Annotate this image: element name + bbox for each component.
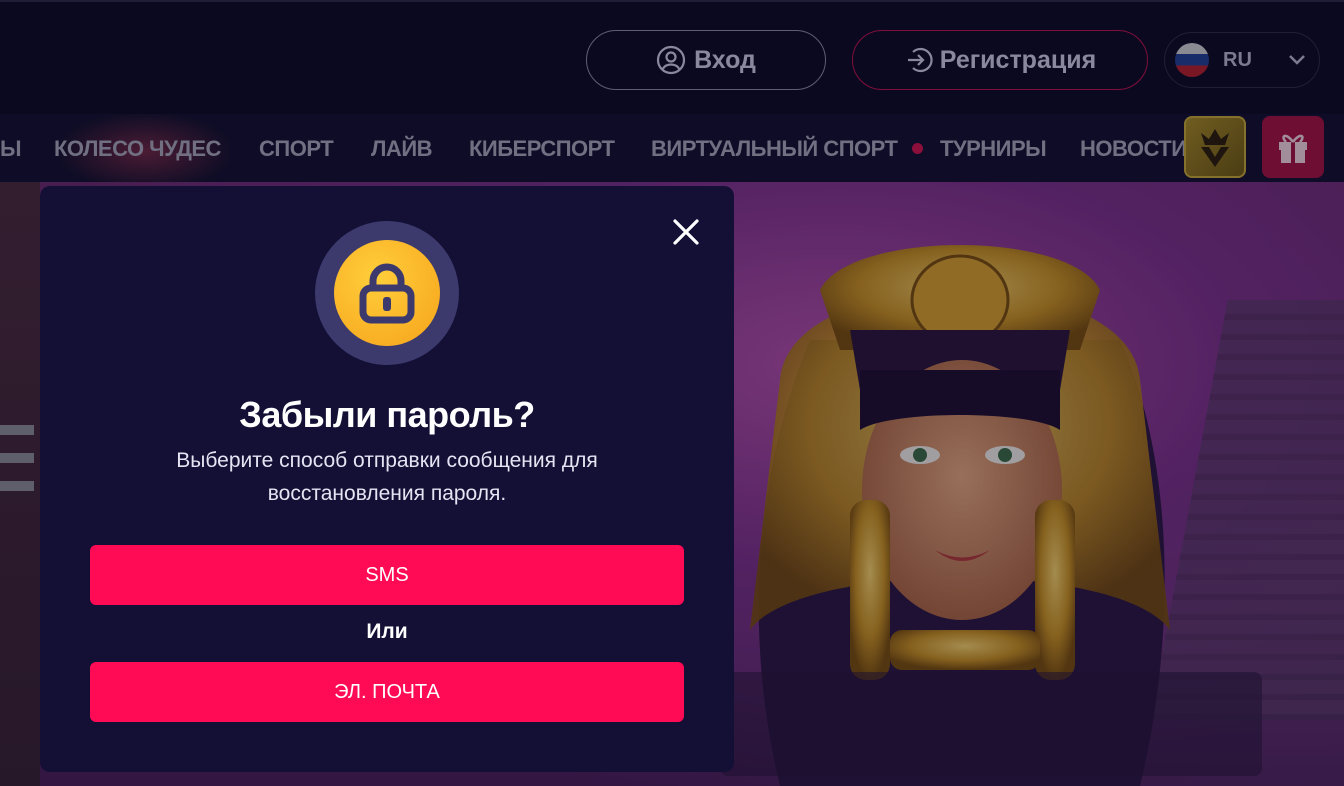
forgot-password-modal: Забыли пароль? Выберите способ отправки … — [40, 186, 734, 772]
sms-label: SMS — [365, 563, 409, 586]
email-button[interactable]: ЭЛ. ПОЧТА — [90, 662, 684, 722]
sms-button[interactable]: SMS — [90, 545, 684, 605]
email-label: ЭЛ. ПОЧТА — [334, 680, 440, 703]
modal-subtitle: Выберите способ отправки сообщения для в… — [176, 449, 598, 505]
lock-badge — [315, 221, 459, 365]
modal-title: Забыли пароль? — [239, 394, 535, 435]
page: Вход Регистрация RU Ы КОЛЕСО ЧУДЕС СПОРТ… — [0, 0, 1344, 786]
close-icon[interactable] — [670, 216, 702, 248]
lock-icon — [359, 263, 415, 324]
or-separator: Или — [366, 620, 408, 643]
